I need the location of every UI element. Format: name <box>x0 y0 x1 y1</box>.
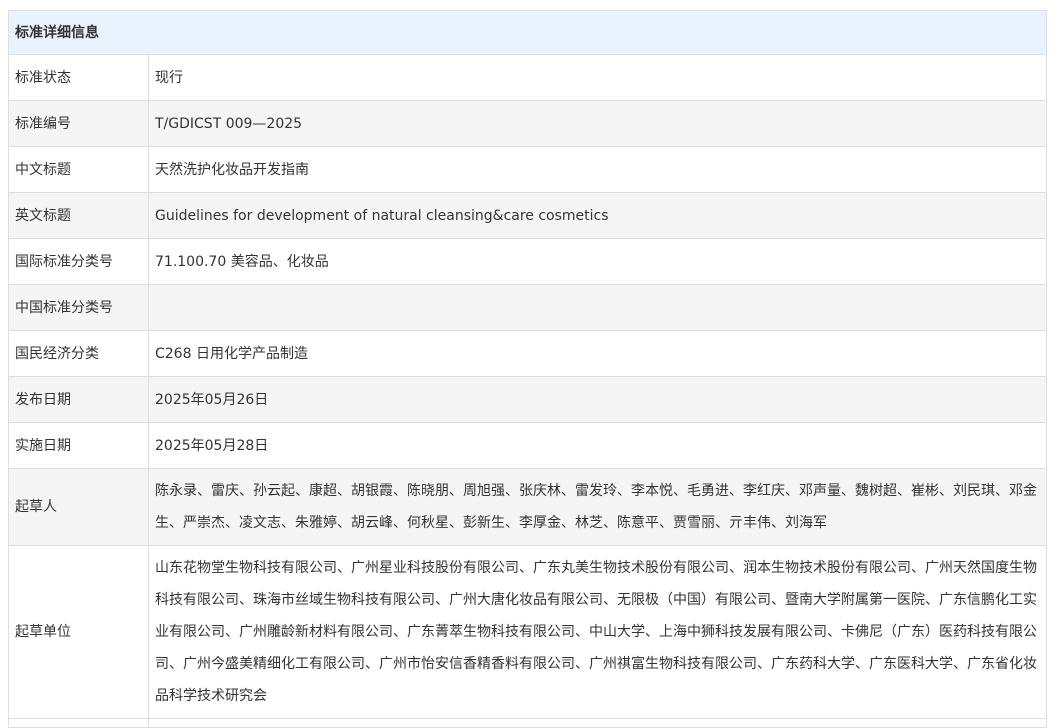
table-row-drafting-units: 起草单位 山东花物堂生物科技有限公司、广州星业科技股份有限公司、广东丸美生物技术… <box>8 545 1047 719</box>
table-row-status: 标准状态 现行 <box>8 54 1047 101</box>
table-row-economy-class: 国民经济分类 C268 日用化学产品制造 <box>8 330 1047 377</box>
table-row-number: 标准编号 T/GDICST 009—2025 <box>8 100 1047 147</box>
row-label: 实施日期 <box>8 422 149 469</box>
row-value: 山东花物堂生物科技有限公司、广州星业科技股份有限公司、广东丸美生物技术股份有限公… <box>148 545 1047 719</box>
row-value: 2025年05月26日 <box>148 376 1047 423</box>
row-label: 国民经济分类 <box>8 330 149 377</box>
table-row-ccs: 中国标准分类号 <box>8 284 1047 331</box>
row-label: 发布日期 <box>8 376 149 423</box>
table-row-drafters: 起草人 陈永录、雷庆、孙云起、康超、胡银霞、陈晓朋、周旭强、张庆林、雷发玲、李本… <box>8 468 1047 546</box>
table-row-english-title: 英文标题 Guidelines for development of natur… <box>8 192 1047 239</box>
row-label: 标准编号 <box>8 100 149 147</box>
row-value: 天然洗护化妆品开发指南 <box>148 146 1047 193</box>
table-row-next <box>8 718 1047 728</box>
row-label: 英文标题 <box>8 192 149 239</box>
table-row-publish-date: 发布日期 2025年05月26日 <box>8 376 1047 423</box>
row-value-cut <box>148 718 1047 728</box>
row-value: C268 日用化学产品制造 <box>148 330 1047 377</box>
section-title: 标准详细信息 <box>8 10 1047 55</box>
row-value: 陈永录、雷庆、孙云起、康超、胡银霞、陈晓朋、周旭强、张庆林、雷发玲、李本悦、毛勇… <box>148 468 1047 546</box>
row-label: 起草单位 <box>8 545 149 719</box>
standard-detail-panel: 标准详细信息 标准状态 现行 标准编号 T/GDICST 009—2025 中文… <box>8 10 1047 728</box>
row-label: 中国标准分类号 <box>8 284 149 331</box>
row-label: 国际标准分类号 <box>8 238 149 285</box>
row-value: 2025年05月28日 <box>148 422 1047 469</box>
row-value: Guidelines for development of natural cl… <box>148 192 1047 239</box>
row-label: 起草人 <box>8 468 149 546</box>
standard-detail-table: 标准详细信息 标准状态 现行 标准编号 T/GDICST 009—2025 中文… <box>8 10 1047 728</box>
table-row-chinese-title: 中文标题 天然洗护化妆品开发指南 <box>8 146 1047 193</box>
row-value: 现行 <box>148 54 1047 101</box>
row-label-cut <box>8 718 149 728</box>
table-row-effective-date: 实施日期 2025年05月28日 <box>8 422 1047 469</box>
row-value <box>148 284 1047 331</box>
row-label: 中文标题 <box>8 146 149 193</box>
row-value: 71.100.70 美容品、化妆品 <box>148 238 1047 285</box>
row-label: 标准状态 <box>8 54 149 101</box>
table-row-ics: 国际标准分类号 71.100.70 美容品、化妆品 <box>8 238 1047 285</box>
row-value: T/GDICST 009—2025 <box>148 100 1047 147</box>
